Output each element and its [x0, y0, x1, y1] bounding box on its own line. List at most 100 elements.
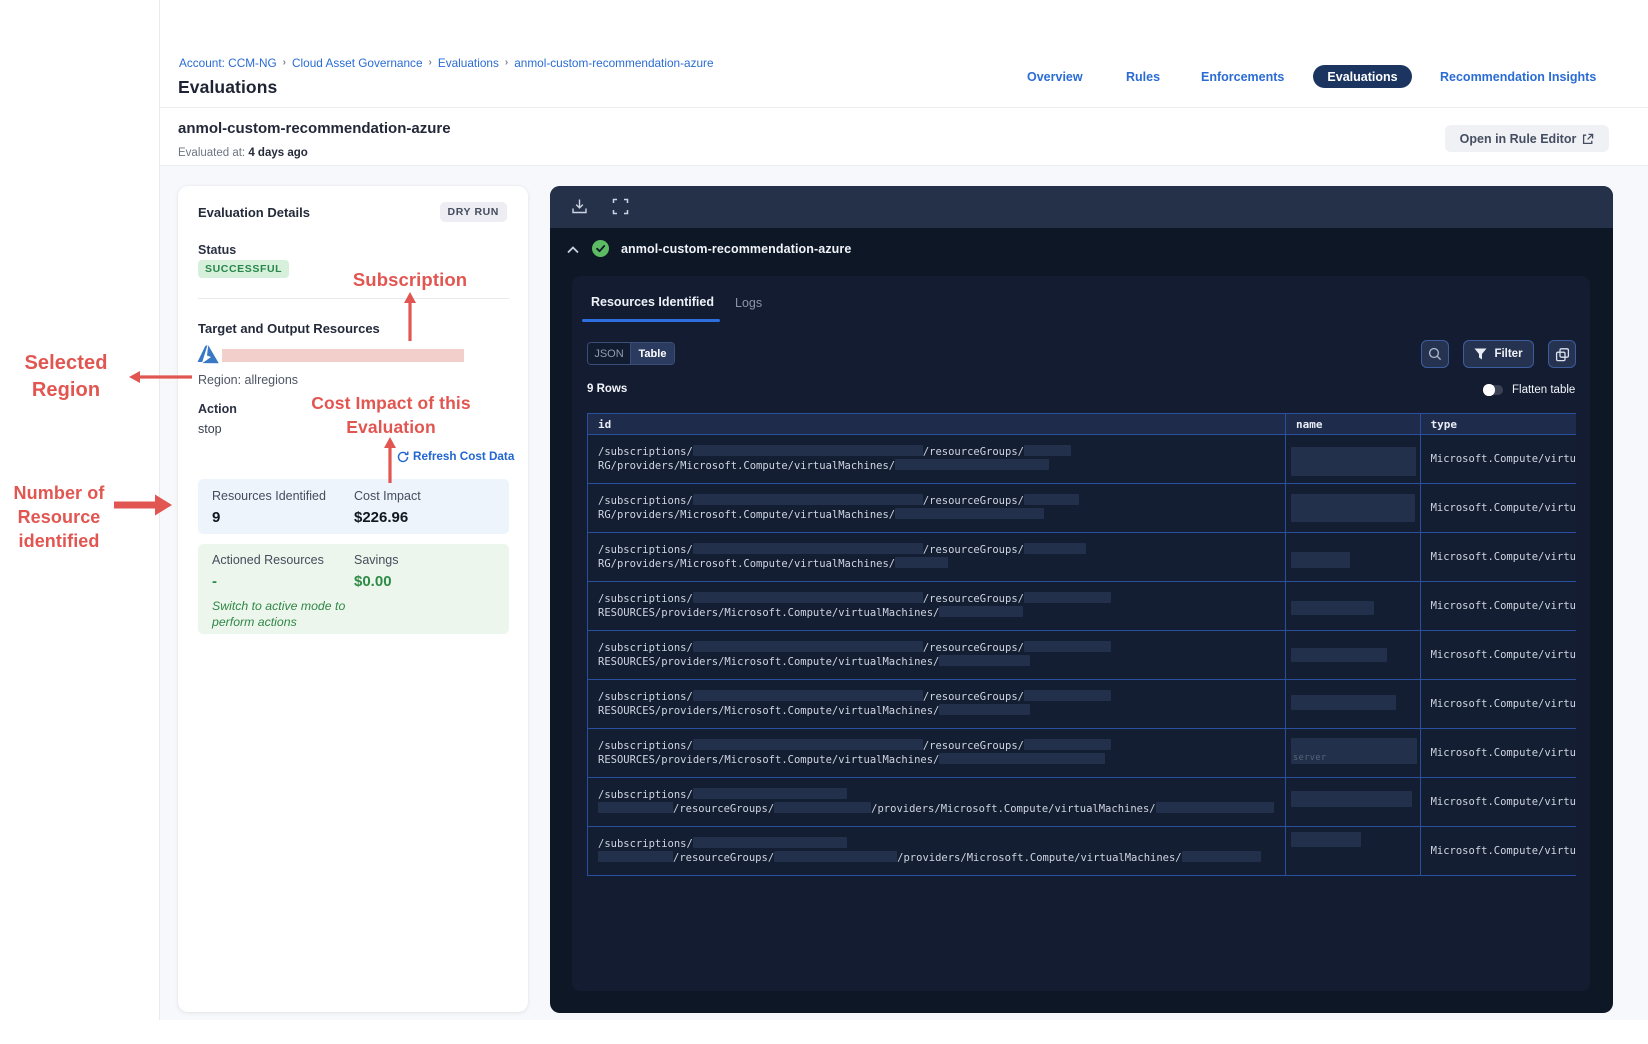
redacted-value	[939, 704, 1031, 715]
id-cell-line: RG/providers/Microsoft.Compute/virtualMa…	[598, 557, 1285, 571]
annotation-number-identified: identified	[18, 531, 100, 551]
type-cell: Microsoft.Compute/virtu	[1419, 728, 1576, 778]
nav-item-enforcements[interactable]: Enforcements	[1201, 70, 1284, 84]
redacted-name	[1290, 601, 1374, 615]
tab-active-underline	[582, 319, 720, 322]
status-label: Status	[198, 243, 237, 257]
type-cell: Microsoft.Compute/virtu	[1419, 434, 1576, 484]
annotation-arrow-subscription-arrow	[404, 292, 416, 341]
annotation-subscription: Subscription	[352, 269, 468, 290]
redacted-value	[1023, 690, 1111, 701]
view-toggle: JSON Table	[587, 342, 675, 365]
table-row: /subscriptions/ /resourceGroups/RG/provid…	[587, 532, 1576, 582]
collapse-chevron-icon[interactable]	[567, 246, 579, 254]
id-cell: /subscriptions/ /resourceGroups/RESOURCES…	[587, 581, 1286, 631]
name-cell	[1284, 581, 1421, 631]
name-cell	[1284, 826, 1421, 876]
redacted-value	[692, 592, 923, 603]
id-cell-line: RESOURCES/providers/Microsoft.Compute/vi…	[598, 606, 1285, 620]
redacted-name	[1290, 494, 1415, 522]
id-cell: /subscriptions/ /resourceGroups/RG/provid…	[587, 532, 1286, 582]
id-text-segment: RESOURCES/providers/Microsoft.Compute/vi…	[598, 754, 940, 766]
redacted-value	[692, 543, 923, 554]
nav-item-recommendation-insights[interactable]: Recommendation Insights	[1440, 70, 1596, 84]
id-cell: /subscriptions/ /resourceGroups/RG/provid…	[587, 434, 1286, 484]
id-text-segment: RG/providers/Microsoft.Compute/virtualMa…	[598, 558, 896, 570]
id-cell-line: /subscriptions/ /resourceGroups/	[598, 641, 1285, 655]
open-in-rule-editor-button[interactable]: Open in Rule Editor	[1445, 125, 1609, 152]
view-toggle-table[interactable]: Table	[631, 343, 674, 364]
page: Account: CCM-NG › Cloud Asset Governance › E…	[0, 0, 1648, 1044]
target-resources-label: Target and Output Resources	[198, 321, 380, 336]
redacted-value	[692, 837, 847, 848]
copy-button[interactable]	[1548, 340, 1576, 368]
nav-item-rules[interactable]: Rules	[1126, 70, 1160, 84]
panel-toolbar	[550, 186, 1613, 228]
dry-run-badge: DRY RUN	[439, 202, 507, 222]
name-cell	[1284, 630, 1421, 680]
tab-resources-identified[interactable]: Resources Identified	[591, 295, 714, 309]
redacted-name	[1290, 791, 1412, 807]
id-cell-line: /subscriptions/ /resourceGroups/	[598, 494, 1285, 508]
table-row: /subscriptions/ /resourceGroups/ /provider…	[587, 777, 1576, 827]
id-text-segment: RESOURCES/providers/Microsoft.Compute/vi…	[598, 705, 940, 717]
redacted-value	[692, 445, 923, 456]
id-text-segment: /resourceGroups/	[922, 740, 1024, 752]
tab-logs[interactable]: Logs	[735, 296, 762, 310]
filter-button[interactable]: Filter	[1463, 340, 1534, 368]
open-in-rule-editor-label: Open in Rule Editor	[1459, 131, 1577, 146]
id-cell-line: /subscriptions/ /resourceGroups/	[598, 739, 1285, 753]
evaluation-details-card: Evaluation Details DRY RUN Status SUCCES…	[178, 186, 528, 1012]
annotation-arrow-selected-region-arrow	[129, 371, 192, 383]
breadcrumb-item[interactable]: Account: CCM-NG	[179, 56, 277, 70]
redacted-value	[939, 655, 1031, 666]
breadcrumb-item[interactable]: Cloud Asset Governance	[292, 56, 423, 70]
filter-label: Filter	[1494, 348, 1523, 360]
evaluated-at-label: Evaluated at:	[178, 147, 246, 159]
id-text-segment: /resourceGroups/	[922, 446, 1024, 458]
id-cell-line: /subscriptions/ /resourceGroups/	[598, 445, 1285, 459]
flatten-table-toggle[interactable]	[1483, 384, 1503, 396]
column-header-id: id	[587, 413, 1286, 435]
id-cell-line: RESOURCES/providers/Microsoft.Compute/vi…	[598, 753, 1285, 767]
name-cell	[1284, 483, 1421, 533]
redacted-value	[895, 508, 1045, 519]
redacted-value	[774, 851, 898, 862]
id-text-segment: RG/providers/Microsoft.Compute/virtualMa…	[598, 460, 896, 472]
evaluated-at-value: 4 days ago	[248, 147, 308, 159]
table-row: /subscriptions/ /resourceGroups/RESOURCES…	[587, 679, 1576, 729]
table-row: /subscriptions/ /resourceGroups/ /provider…	[587, 826, 1576, 876]
fullscreen-icon[interactable]	[612, 198, 629, 215]
id-cell-line: RESOURCES/providers/Microsoft.Compute/vi…	[598, 704, 1285, 718]
table-row: /subscriptions/ /resourceGroups/RESOURCES…	[587, 581, 1576, 631]
download-icon[interactable]	[571, 198, 588, 215]
faint-name-text: server	[1292, 753, 1327, 763]
id-cell: /subscriptions/ /resourceGroups/RG/provid…	[587, 483, 1286, 533]
id-text-segment: /subscriptions/	[598, 740, 693, 752]
table-wrapper: id name type /subscriptions//resourceGroup…	[587, 413, 1576, 878]
type-cell: Microsoft.Compute/virtu	[1419, 532, 1576, 582]
nav-item-evaluations[interactable]: Evaluations	[1313, 65, 1412, 88]
search-button[interactable]	[1421, 340, 1449, 368]
id-text-segment: RG/providers/Microsoft.Compute/virtualMa…	[598, 509, 896, 521]
redacted-value	[939, 753, 1106, 764]
success-check-icon	[592, 240, 609, 257]
evaluation-row-header[interactable]: anmol-custom-recommendation-azure	[550, 228, 1613, 276]
breadcrumb-separator-icon: ›	[504, 56, 509, 68]
id-cell-line: /subscriptions/	[598, 788, 1285, 802]
id-text-segment: /subscriptions/	[598, 642, 693, 654]
annotation-arrow-number-identified-arrow	[114, 494, 172, 516]
breadcrumb-item[interactable]: anmol-custom-recommendation-azure	[514, 56, 713, 70]
id-text-segment: /resourceGroups/	[922, 495, 1024, 507]
redacted-value	[692, 690, 923, 701]
breadcrumb-item[interactable]: Evaluations	[438, 56, 499, 70]
id-cell: /subscriptions/ /resourceGroups/ /provider…	[587, 826, 1286, 876]
id-cell-line: /resourceGroups/ /providers/Microsoft.Com…	[598, 851, 1285, 865]
name-cell: server	[1284, 728, 1421, 778]
nav-item-overview[interactable]: Overview	[1027, 70, 1083, 84]
flatten-table-control: Flatten table	[1483, 384, 1575, 396]
redacted-value	[598, 851, 673, 862]
view-toggle-json[interactable]: JSON	[588, 343, 631, 364]
redacted-value	[1023, 641, 1111, 652]
refresh-cost-data-link[interactable]: Refresh Cost Data	[397, 450, 514, 463]
